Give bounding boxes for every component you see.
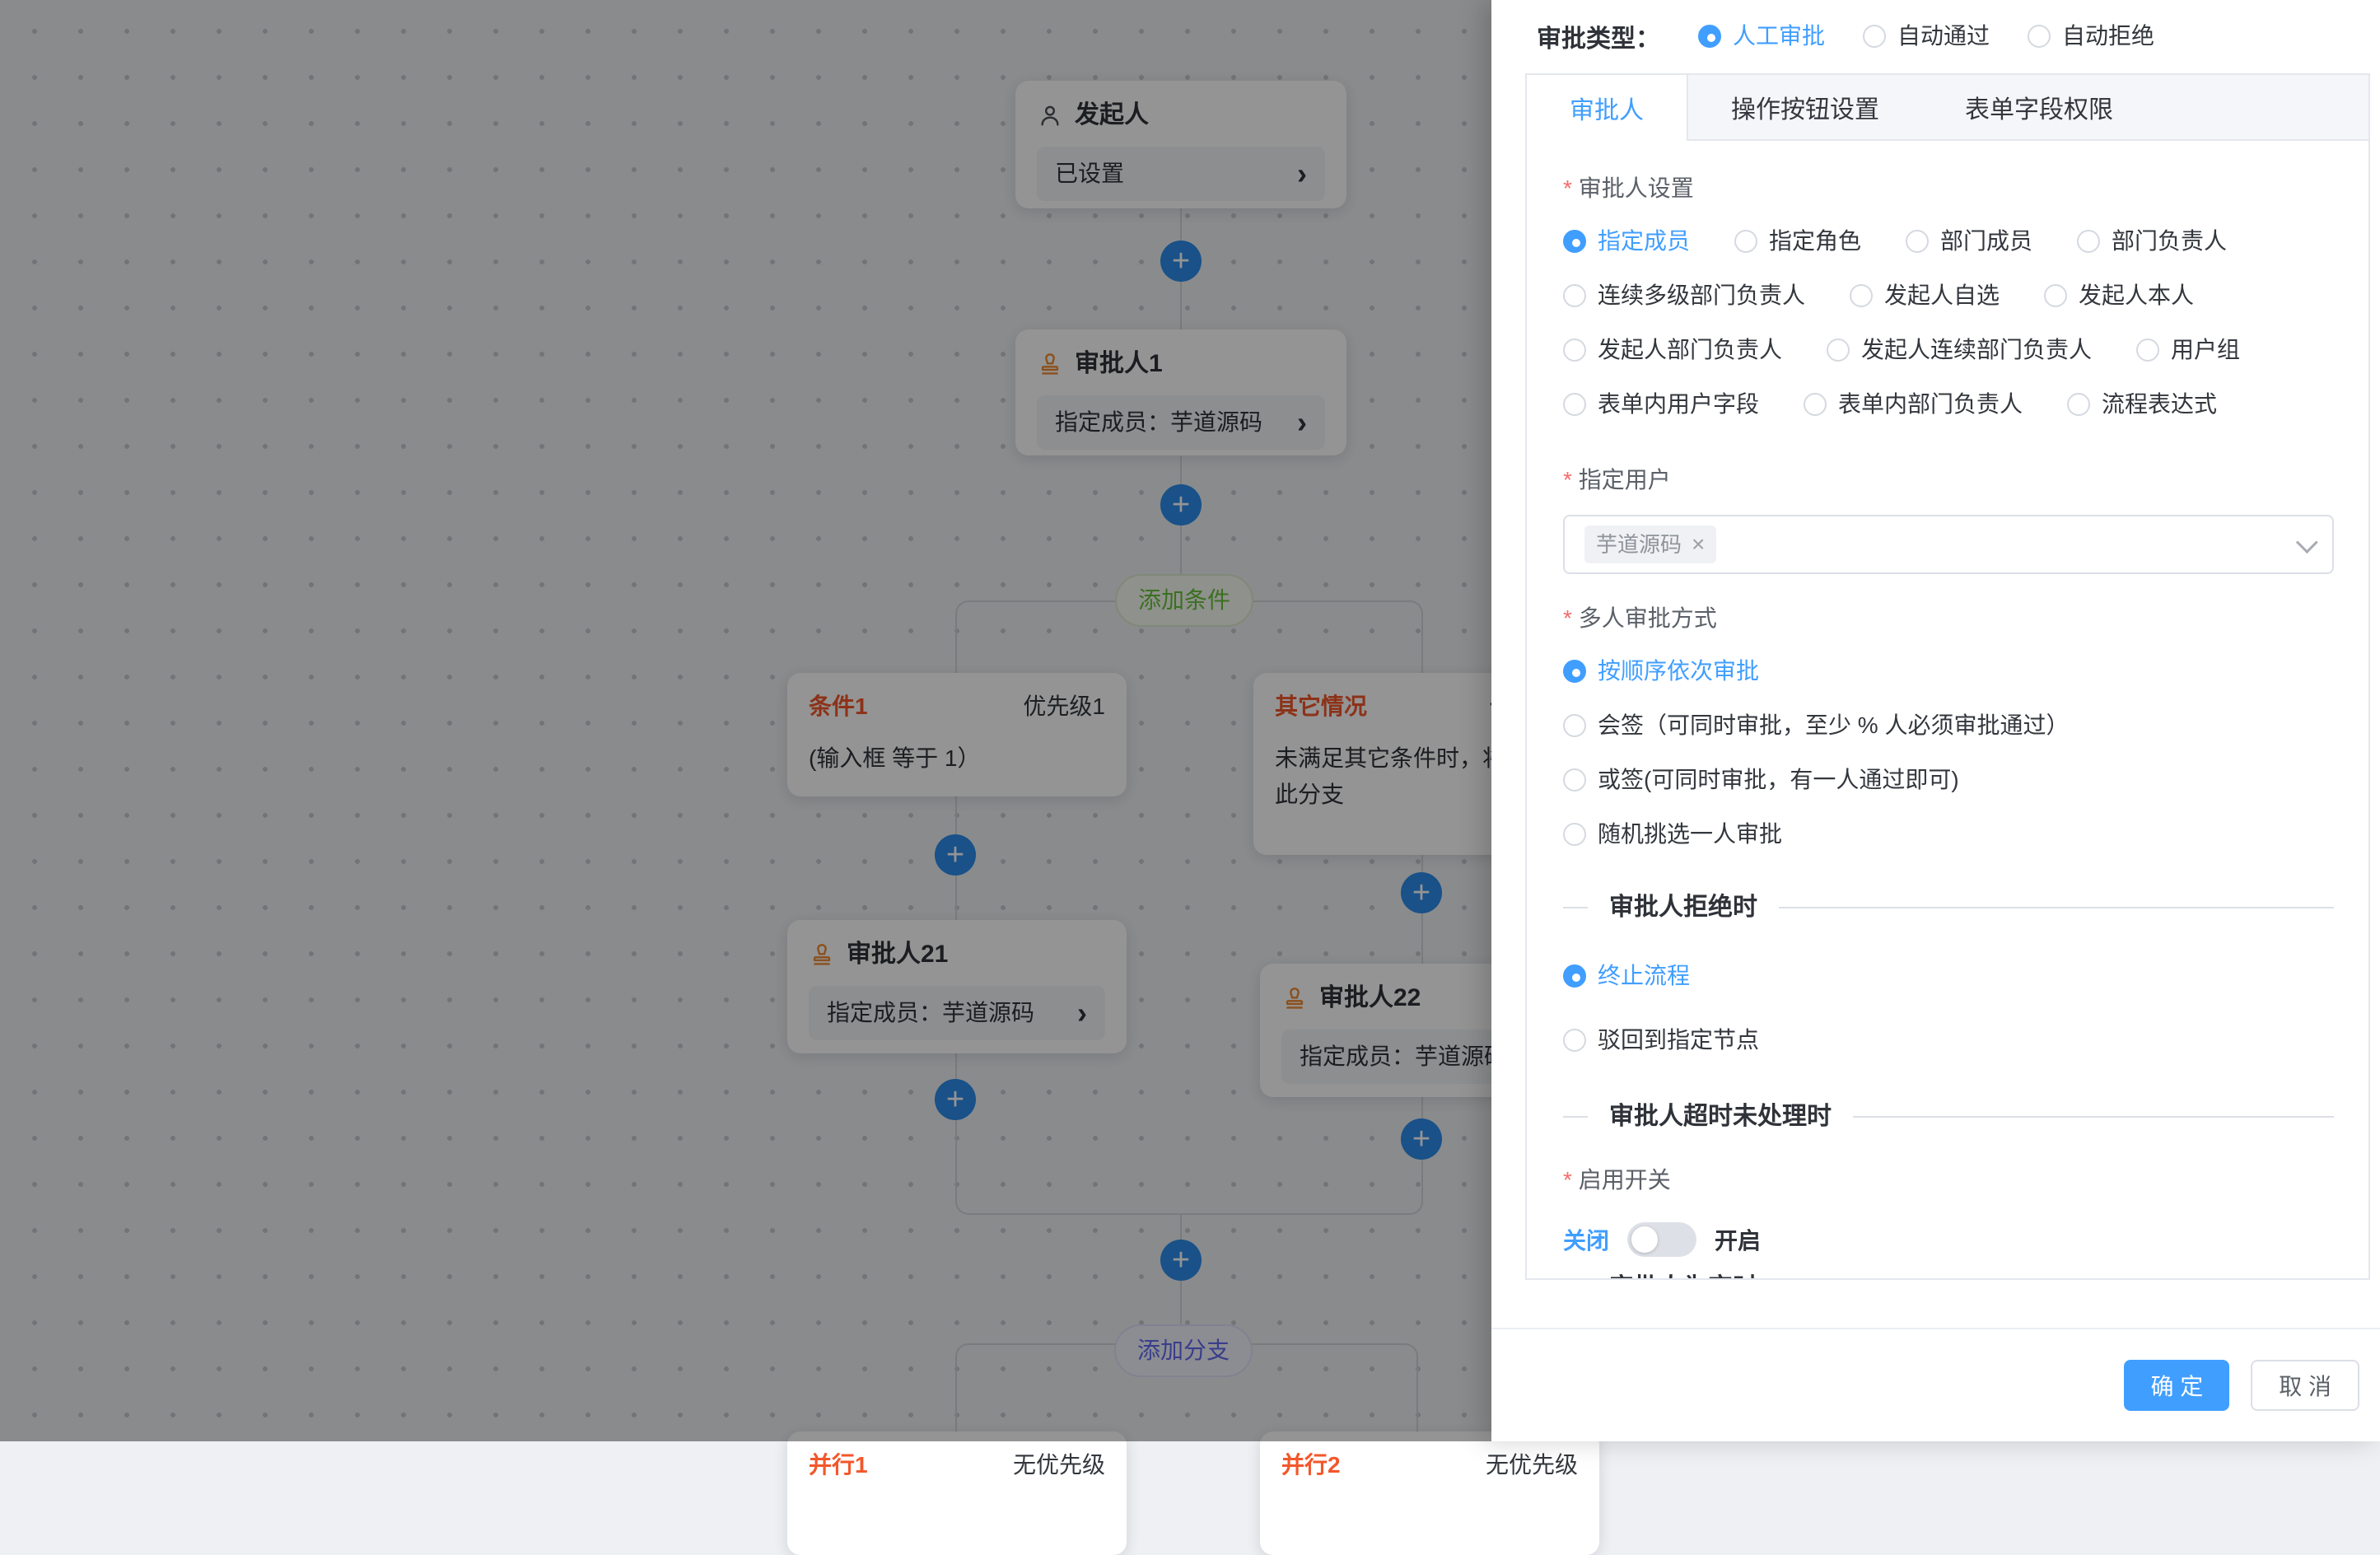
radio-icon	[2028, 25, 2051, 48]
timeout-toggle[interactable]	[1627, 1222, 1696, 1257]
radio-icon	[1563, 714, 1586, 737]
radio-countersign[interactable]: 会签（可同时审批，至少 % 人必须审批通过）	[1563, 711, 2334, 740]
branch-priority: 无优先级	[1013, 1451, 1105, 1479]
timeout-section-title: 审批人超时未处理时	[1609, 1101, 1832, 1132]
radio-flow-expression[interactable]: 流程表达式	[2067, 390, 2217, 419]
node-parallel1[interactable]: 并行1 无优先级	[787, 1431, 1127, 1555]
empty-assignee-divider: 审批人为空时	[1563, 1272, 2334, 1280]
tab-form-field-permission[interactable]: 表单字段权限	[1922, 75, 2156, 139]
radio-icon	[2077, 230, 2100, 253]
assign-user-label: 指定用户	[1563, 465, 2334, 495]
tab-content-approver: 审批人设置 指定成员 指定角色 部门成员 部门负责人 连续多级部门负责人 发起人…	[1527, 141, 2368, 1280]
radio-icon	[1563, 339, 1586, 362]
timeout-section-divider: 审批人超时未处理时	[1563, 1101, 2334, 1132]
radio-icon	[1563, 660, 1586, 683]
radio-icon	[1563, 284, 1586, 307]
approver-setting-row3: 发起人部门负责人 发起人连续部门负责人 用户组	[1563, 335, 2334, 365]
enable-switch-label: 启用开关	[1563, 1165, 2334, 1195]
approver-setting-row4: 表单内用户字段 表单内部门负责人 流程表达式	[1563, 390, 2334, 419]
switch-off-label: 关闭	[1563, 1223, 1609, 1256]
reject-section-title: 审批人拒绝时	[1609, 892, 1757, 923]
tab-approver[interactable]: 审批人	[1527, 75, 1688, 141]
approver-setting-row2: 连续多级部门负责人 发起人自选 发起人本人	[1563, 281, 2334, 311]
radio-icon	[2067, 393, 2090, 416]
radio-orsign[interactable]: 或签(可同时审批，有一人通过即可)	[1563, 765, 2334, 795]
approver-setting-label: 审批人设置	[1563, 174, 2334, 203]
radio-terminate-flow[interactable]: 终止流程	[1563, 961, 2334, 991]
approval-settings-drawer: 审批类型： 人工审批 自动通过 自动拒绝 审批人 操作按钮设置 表单字段权限 审…	[1491, 0, 2380, 1441]
radio-icon	[1804, 393, 1827, 416]
radio-return-to-node[interactable]: 驳回到指定节点	[1563, 1025, 2334, 1055]
radio-form-user-field[interactable]: 表单内用户字段	[1563, 390, 1759, 419]
radio-icon	[1563, 768, 1586, 792]
radio-initiator-self[interactable]: 发起人本人	[2044, 281, 2194, 311]
approval-type-row: 审批类型： 人工审批 自动通过 自动拒绝	[1491, 0, 2380, 72]
switch-on-label: 开启	[1715, 1223, 1761, 1256]
radio-form-dept-leader[interactable]: 表单内部门负责人	[1804, 390, 2023, 419]
selected-user-tag: 芋道源码 ×	[1584, 525, 1716, 563]
radio-icon	[2136, 339, 2159, 362]
timeout-switch-row: 关闭 开启	[1563, 1220, 2334, 1259]
radio-icon	[1698, 25, 1721, 48]
reject-section-divider: 审批人拒绝时	[1563, 892, 2334, 923]
radio-initiator-multi-dept-leader[interactable]: 发起人连续部门负责人	[1827, 335, 2092, 365]
multi-approve-label: 多人审批方式	[1563, 604, 2334, 633]
empty-assignee-title: 审批人为空时	[1609, 1272, 1757, 1280]
radio-auto-reject[interactable]: 自动拒绝	[2028, 21, 2154, 51]
radio-icon	[1563, 964, 1586, 988]
radio-icon	[1563, 823, 1586, 846]
radio-icon	[1850, 284, 1873, 307]
radio-icon	[2044, 284, 2067, 307]
radio-icon	[1563, 1029, 1586, 1052]
approval-type-label: 审批类型：	[1537, 18, 1660, 54]
radio-icon	[1563, 230, 1586, 253]
assign-user-select[interactable]: 芋道源码 ×	[1563, 515, 2334, 574]
radio-initiator-choose[interactable]: 发起人自选	[1850, 281, 2000, 311]
radio-auto-approve[interactable]: 自动通过	[1863, 21, 1990, 51]
settings-tabs: 审批人 操作按钮设置 表单字段权限 审批人设置 指定成员 指定角色 部门成员 部…	[1525, 73, 2370, 1280]
radio-multi-level-dept-leader[interactable]: 连续多级部门负责人	[1563, 281, 1805, 311]
tabs-header: 审批人 操作按钮设置 表单字段权限	[1527, 75, 2368, 141]
branch-title: 并行2	[1281, 1451, 1341, 1479]
radio-assigned-member[interactable]: 指定成员	[1563, 226, 1690, 256]
chevron-down-icon	[2296, 531, 2318, 553]
radio-dept-leader[interactable]: 部门负责人	[2077, 226, 2227, 256]
radio-icon	[1906, 230, 1929, 253]
radio-manual-approval[interactable]: 人工审批	[1698, 21, 1825, 51]
radio-icon	[1734, 230, 1757, 253]
radio-icon	[1863, 25, 1886, 48]
node-parallel2[interactable]: 并行2 无优先级	[1260, 1431, 1599, 1555]
radio-dept-member[interactable]: 部门成员	[1906, 226, 2032, 256]
drawer-footer: 确 定 取 消	[1491, 1328, 2380, 1441]
radio-icon	[1563, 393, 1586, 416]
confirm-button[interactable]: 确 定	[2124, 1360, 2229, 1411]
branch-priority: 无优先级	[1486, 1451, 1578, 1479]
approver-setting-row1: 指定成员 指定角色 部门成员 部门负责人	[1563, 226, 2334, 256]
radio-initiator-dept-leader[interactable]: 发起人部门负责人	[1563, 335, 1782, 365]
branch-title: 并行1	[809, 1451, 868, 1479]
radio-assigned-role[interactable]: 指定角色	[1734, 226, 1861, 256]
radio-random-one[interactable]: 随机挑选一人审批	[1563, 820, 2334, 849]
remove-tag-icon[interactable]: ×	[1692, 532, 1705, 557]
tab-button-settings[interactable]: 操作按钮设置	[1688, 75, 1922, 139]
radio-user-group[interactable]: 用户组	[2136, 335, 2240, 365]
radio-sequential-approve[interactable]: 按顺序依次审批	[1563, 656, 2334, 686]
cancel-button[interactable]: 取 消	[2251, 1360, 2359, 1411]
radio-icon	[1827, 339, 1850, 362]
